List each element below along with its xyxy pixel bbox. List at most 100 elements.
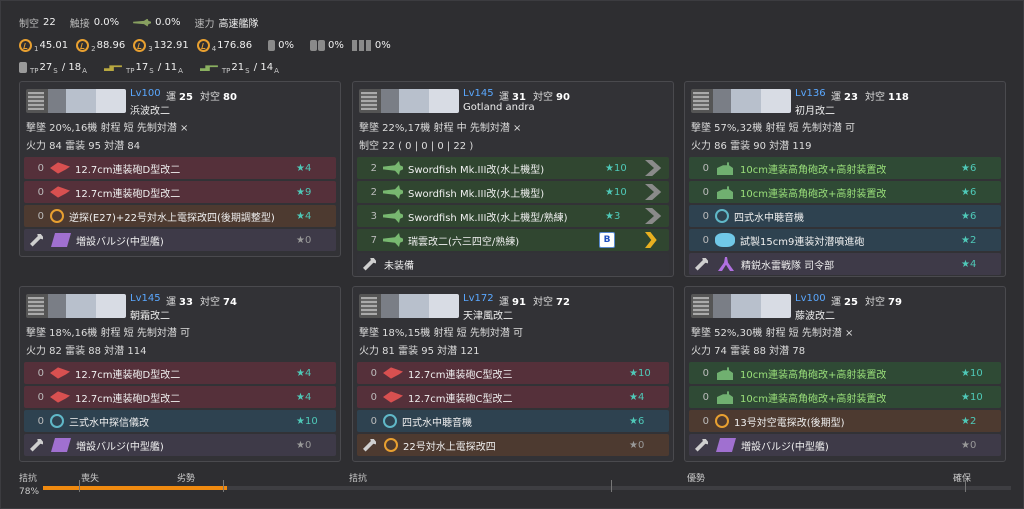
equipment-slot[interactable]: 増設バルジ(中型艦) ★0 — [689, 434, 1001, 456]
slot-count: 0 — [37, 367, 44, 379]
bar-tick — [965, 480, 966, 492]
wrench-icon — [363, 438, 376, 452]
ship-card[interactable]: Lv100 運 25 対空 79 藤波改二 撃墜 52%,30機 射程 短 先制対潜 × 火力… — [684, 286, 1006, 462]
luck-value: 25 — [844, 297, 858, 308]
equipment-slot[interactable]: 0 三式水中探信儀改 ★10 — [24, 410, 336, 432]
equipment-slot[interactable]: 0 10cm連装高角砲改+高射装置改 ★10 — [689, 386, 1001, 408]
equipment-name: 12.7cm連装砲C型改二 — [408, 393, 513, 405]
dc-icon — [715, 233, 735, 247]
slot-count: 0 — [37, 210, 44, 222]
ship-card[interactable]: Lv100 運 25 対空 80 浜波改二 撃墜 20%,16機 射程 短 先制対潜 × 火力… — [19, 81, 341, 257]
equipment-slot[interactable]: 0 12.7cm連装砲D型改二 ★9 — [24, 181, 336, 203]
improvement-star: ★4 — [629, 391, 645, 403]
air-bar-fill — [43, 486, 227, 490]
los-sub: 4 — [211, 44, 217, 53]
equipment-slot[interactable]: 0 12.7cm連装砲C型改三 ★10 — [357, 362, 669, 384]
equipment-slot[interactable]: 2 Swordfish Mk.III改(水上機型) ★10 — [357, 181, 669, 203]
equipment-name: 12.7cm連装砲C型改三 — [408, 369, 513, 381]
ship-level: Lv145 — [463, 88, 494, 99]
equipment-slot[interactable]: 精鋭水雷戦隊 司令部 ★4 — [689, 253, 1001, 275]
slot-count: 0 — [370, 391, 377, 403]
equipment-slot[interactable]: 0 四式水中聴音機 ★6 — [357, 410, 669, 432]
ship-card[interactable]: Lv145 運 33 対空 74 朝霜改二 撃墜 18%,16機 射程 短 先制対潜 可火力… — [19, 286, 341, 462]
recon-plane-icon — [133, 18, 152, 27]
improvement-star: ★6 — [961, 186, 977, 198]
sonar-icon — [50, 414, 64, 428]
tp-a-label: A — [274, 66, 279, 75]
slot-count: 0 — [702, 367, 709, 379]
equipment-slot[interactable]: 0 10cm連装高角砲改+高射装置改 ★10 — [689, 362, 1001, 384]
ship-stats-line-1: 撃墜 18%,15機 射程 短 先制対潜 可 — [359, 328, 524, 339]
improvement-star: ★10 — [961, 391, 983, 403]
bar-tick — [611, 480, 612, 492]
gun-icon — [50, 162, 70, 174]
ship-level: Lv100 — [795, 293, 826, 304]
ship-stats-line-1: 撃墜 18%,16機 射程 短 先制対潜 可 — [26, 328, 191, 339]
equipment-name: 10cm連装高角砲改+高射装置改 — [740, 164, 887, 176]
equipment-slot[interactable]: 0 10cm連装高角砲改+高射装置改 ★6 — [689, 157, 1001, 179]
slot-count: 0 — [702, 415, 709, 427]
proficiency-max-icon — [645, 232, 657, 248]
equipment-slot[interactable]: 0 逆探(E27)+22号対水上電探改四(後期調整型) ★4 — [24, 205, 336, 227]
equipment-slot[interactable]: 0 10cm連装高角砲改+高射装置改 ★6 — [689, 181, 1001, 203]
ship-level: Lv136 — [795, 88, 826, 99]
proficiency-chevron-icon — [645, 160, 662, 176]
air-state-labels: 拮抗 喪失 劣勢 拮抗 優勢 確保 — [19, 471, 1011, 484]
equipment-slot[interactable]: 0 四式水中聴音機 ★6 — [689, 205, 1001, 227]
sonar-icon — [383, 414, 397, 428]
equipment-slot[interactable]: 0 13号対空電探改(後期型) ★2 — [689, 410, 1001, 432]
wrench-icon — [363, 257, 376, 271]
equipment-name: 12.7cm連装砲D型改二 — [75, 188, 181, 200]
equipment-slot[interactable]: 0 12.7cm連装砲D型改二 ★4 — [24, 362, 336, 384]
drum2-value: 0% — [328, 40, 344, 51]
equipment-name: Swordfish Mk.III改(水上機型) — [408, 164, 545, 176]
equipment-slot[interactable]: 増設バルジ(中型艦) ★0 — [24, 229, 336, 251]
ship-stats-line-1: 撃墜 22%,17機 射程 中 先制対潜 × — [359, 123, 522, 134]
equipment-slot[interactable]: 0 試製15cm9連装対潜噴進砲 ★2 — [689, 229, 1001, 251]
air-state-lost: 喪失 — [81, 474, 100, 484]
equipment-slot[interactable]: 22号対水上電探改四 ★0 — [357, 434, 669, 456]
ship-card[interactable]: Lv145 運 31 対空 90 Gotland andra 撃墜 22%,17機 射程 中… — [352, 81, 674, 277]
tank-icon — [103, 65, 122, 71]
tp-a-label: A — [178, 66, 183, 75]
equipment-slot[interactable]: 未装備 — [357, 253, 669, 275]
los-icon — [76, 39, 90, 52]
ship-banner-image — [26, 294, 126, 318]
luck-value: 25 — [179, 92, 193, 103]
equipment-slot[interactable]: 増設バルジ(中型艦) ★0 — [24, 434, 336, 456]
equipment-name: Swordfish Mk.III改(水上機型/熟練) — [408, 212, 568, 224]
ship-name: 朝霜改二 — [130, 311, 170, 322]
aa-value: 90 — [556, 92, 570, 103]
ship-banner-image — [691, 89, 791, 113]
equipment-name: 精鋭水雷戦隊 司令部 — [741, 260, 835, 272]
slot-count: 7 — [370, 234, 377, 246]
tp-prefix: TP — [221, 66, 231, 75]
equipment-name: 四式水中聴音機 — [734, 212, 804, 224]
equipment-name: 四式水中聴音機 — [402, 417, 472, 429]
speed-value: 高速艦隊 — [218, 19, 259, 30]
equipment-slot[interactable]: 0 12.7cm連装砲D型改二 ★4 — [24, 157, 336, 179]
ship-banner-image — [691, 294, 791, 318]
los-sub: 2 — [91, 44, 96, 53]
gun-g-icon — [717, 391, 733, 404]
drum-icon — [310, 40, 318, 51]
equipment-name: 瑞雲改二(六三四空/熟練) — [408, 236, 520, 248]
plane-icon — [383, 233, 403, 247]
air-state-superiority: 優勢 — [687, 474, 706, 484]
slot-count: 0 — [37, 391, 44, 403]
ship-card[interactable]: Lv172 運 91 対空 72 天津風改二 撃墜 18%,15機 射程 短 先制対潜 可火… — [352, 286, 674, 462]
equipment-slot[interactable]: 7 瑞雲改二(六三四空/熟練) B — [357, 229, 669, 251]
improvement-star: ★10 — [961, 367, 983, 379]
slot-count: 0 — [702, 162, 709, 174]
improvement-star: ★4 — [296, 210, 312, 222]
equipment-slot[interactable]: 3 Swordfish Mk.III改(水上機型/熟練) ★3 — [357, 205, 669, 227]
equipment-slot[interactable]: 0 12.7cm連装砲D型改二 ★4 — [24, 386, 336, 408]
slot-count: 0 — [702, 391, 709, 403]
air-bar-track — [43, 480, 1011, 492]
aa-value: 72 — [556, 297, 570, 308]
equipment-slot[interactable]: 0 12.7cm連装砲C型改二 ★4 — [357, 386, 669, 408]
ship-stats-line-2: 制空 22 ( 0 | 0 | 0 | 22 ) — [359, 141, 474, 152]
equipment-slot[interactable]: 2 Swordfish Mk.III改(水上機型) ★10 — [357, 157, 669, 179]
summary-row-3: TP 27 S / 18 A TP 17 S / 11 A TP 21 S / 14 A — [19, 62, 280, 75]
ship-card[interactable]: Lv136 運 23 対空 118 初月改二 撃墜 57%,32機 射程 短 先制対潜 可火… — [684, 81, 1006, 277]
